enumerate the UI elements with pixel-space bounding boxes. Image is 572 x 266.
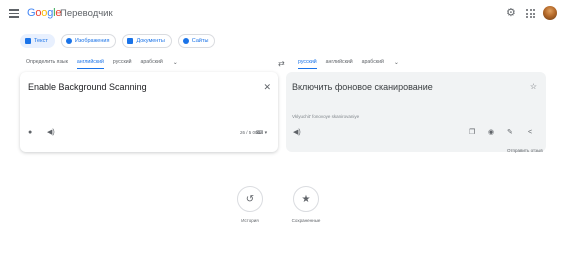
history-icon: ↺	[245, 193, 255, 205]
tab-label: Сайты	[191, 38, 209, 44]
tab-documents[interactable]: Документы	[122, 34, 172, 48]
chevron-down-icon[interactable]: ⌄	[173, 59, 178, 66]
tab-label: Текст	[34, 38, 48, 44]
tab-websites[interactable]: Сайты	[177, 34, 216, 48]
mode-tabs: Текст Изображения Документы Сайты	[20, 34, 216, 48]
google-logo[interactable]: Google	[27, 7, 61, 19]
source-lang-russian[interactable]: русский	[113, 59, 132, 68]
saved-button[interactable]: ★	[293, 186, 319, 212]
tab-images[interactable]: Изображения	[60, 34, 117, 48]
avatar[interactable]	[543, 6, 557, 20]
app-header: Google Переводчик ⚙	[0, 0, 572, 28]
copy-icon[interactable]: ❐	[469, 129, 475, 136]
translation-text: Включить фоновое сканирование	[292, 82, 433, 92]
history-button[interactable]: ↺	[237, 186, 263, 212]
document-icon	[127, 38, 134, 44]
image-icon	[65, 38, 72, 44]
source-lang-detect[interactable]: Определить язык	[26, 59, 68, 68]
share-icon[interactable]: <	[528, 129, 532, 136]
keyboard-icon[interactable]: ⌨ ▾	[256, 130, 267, 136]
volume-icon[interactable]: ◀)	[293, 129, 301, 136]
website-icon	[182, 38, 189, 44]
microphone-icon[interactable]: ●	[28, 129, 32, 136]
saved-label: Сохраненные	[291, 218, 321, 223]
send-feedback-link[interactable]: Отправить отзыв	[507, 148, 543, 153]
source-text-input[interactable]: Enable Background Scanning	[28, 82, 147, 92]
text-icon	[25, 38, 31, 44]
tab-text[interactable]: Текст	[20, 34, 55, 48]
close-icon[interactable]: ✕	[263, 82, 271, 93]
tab-label: Изображения	[74, 38, 110, 44]
target-lang-russian[interactable]: русский	[298, 59, 317, 69]
source-lang-english[interactable]: английский	[76, 59, 104, 69]
target-lang-arabic[interactable]: арабский	[362, 59, 384, 68]
menu-icon[interactable]	[9, 9, 19, 18]
source-panel: Enable Background Scanning ✕ ● ◀) 26 / 5…	[20, 72, 278, 152]
history-label: История	[241, 218, 259, 223]
target-panel: Включить фоновое сканирование ☆ Vklyuchi…	[286, 72, 546, 152]
chevron-down-icon[interactable]: ⌄	[394, 59, 399, 66]
star-icon[interactable]: ☆	[530, 82, 537, 91]
rate-icon[interactable]: ◉	[488, 129, 494, 136]
product-name: Переводчик	[60, 8, 113, 19]
edit-icon[interactable]: ✎	[507, 129, 513, 136]
swap-languages-icon[interactable]: ⇄	[278, 59, 285, 68]
star-icon: ★	[301, 193, 311, 205]
apps-icon[interactable]	[526, 9, 535, 18]
settings-icon[interactable]: ⚙	[506, 8, 517, 19]
target-lang-english[interactable]: английский	[326, 59, 353, 68]
source-language-bar: Определить язык английский русский арабс…	[26, 59, 178, 71]
target-language-bar: русский английский арабский ⌄	[298, 59, 399, 71]
translate-page: Google Переводчик ⚙ Текст Изображения До…	[0, 0, 572, 266]
transliteration: Vklyuchit' fonovoye skanirovaniye	[292, 114, 360, 119]
volume-icon[interactable]: ◀)	[47, 129, 55, 136]
tab-label: Документы	[136, 38, 165, 44]
source-lang-arabic[interactable]: арабский	[141, 59, 163, 68]
